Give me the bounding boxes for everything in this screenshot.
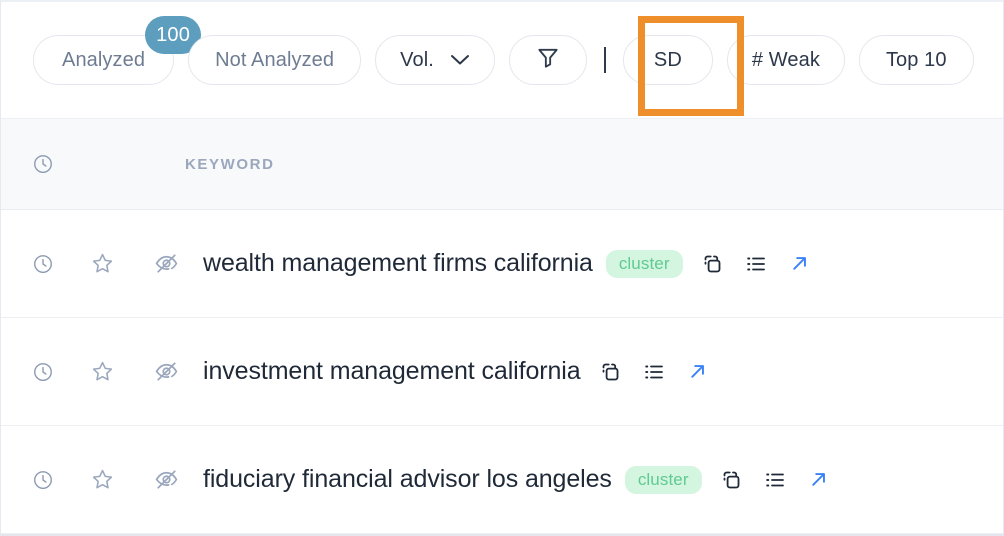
filter-pill-top10[interactable]: Top 10 <box>858 35 974 85</box>
table-row[interactable]: wealth management firms california clust… <box>1 210 1003 318</box>
list-icon[interactable] <box>763 468 787 492</box>
external-link-icon[interactable] <box>686 360 709 383</box>
filter-pill-not-analyzed-label: Not Analyzed <box>215 48 335 71</box>
toolbar-separator <box>603 47 606 73</box>
list-icon[interactable] <box>744 252 768 276</box>
header-keyword-label: KEYWORD <box>185 155 275 173</box>
table-row[interactable]: investment management california <box>1 318 1003 426</box>
row-clock-icon[interactable] <box>15 469 71 491</box>
keyword-table-panel: Analyzed 100 Not Analyzed Vol. SD # Weak… <box>0 0 1004 536</box>
star-outline-icon[interactable] <box>71 251 133 276</box>
filter-pill-sd[interactable]: SD <box>622 35 713 85</box>
table-row[interactable]: fiduciary financial advisor los angeles … <box>1 426 1003 534</box>
chevron-down-icon <box>450 49 470 72</box>
row-actions <box>700 252 811 276</box>
copy-icon[interactable] <box>598 360 622 384</box>
external-link-icon[interactable] <box>807 468 830 491</box>
table-header-row: KEYWORD <box>1 118 1003 210</box>
filter-pill-not-analyzed[interactable]: Not Analyzed <box>188 35 362 85</box>
copy-icon[interactable] <box>700 252 724 276</box>
cluster-badge[interactable]: cluster <box>624 465 702 494</box>
filter-pill-volume[interactable]: Vol. <box>375 35 495 85</box>
filter-pill-top10-label: Top 10 <box>885 48 947 71</box>
list-icon[interactable] <box>642 360 666 384</box>
external-link-icon[interactable] <box>788 252 811 275</box>
keyword-text: investment management california <box>203 357 581 385</box>
eye-off-icon[interactable] <box>133 250 199 277</box>
filter-funnel-icon <box>535 44 561 76</box>
filter-pill-analyzed[interactable]: Analyzed 100 <box>33 16 202 85</box>
filter-pill-sd-label: SD <box>653 48 682 71</box>
star-outline-icon[interactable] <box>71 467 133 492</box>
row-clock-icon[interactable] <box>15 253 71 275</box>
row-actions <box>719 468 830 492</box>
cluster-badge[interactable]: cluster <box>605 249 683 278</box>
keyword-text: fiduciary financial advisor los angeles <box>203 465 612 493</box>
keyword-text: wealth management firms california <box>203 249 593 277</box>
row-clock-icon[interactable] <box>15 361 71 383</box>
copy-icon[interactable] <box>719 468 743 492</box>
row-actions <box>598 360 709 384</box>
eye-off-icon[interactable] <box>133 466 199 493</box>
filter-funnel-button[interactable] <box>508 35 587 85</box>
eye-off-icon[interactable] <box>133 358 199 385</box>
star-outline-icon[interactable] <box>71 359 133 384</box>
filter-pill-volume-label: Vol. <box>400 48 434 71</box>
filter-pill-weak[interactable]: # Weak <box>726 35 845 85</box>
keyword-table: KEYWORD wealth management firms californ… <box>1 118 1003 534</box>
filter-pill-weak-label: # Weak <box>751 48 820 71</box>
filter-toolbar: Analyzed 100 Not Analyzed Vol. SD # Weak… <box>1 2 1003 118</box>
filter-pill-analyzed-label: Analyzed <box>62 48 146 71</box>
header-clock-icon <box>15 153 71 175</box>
